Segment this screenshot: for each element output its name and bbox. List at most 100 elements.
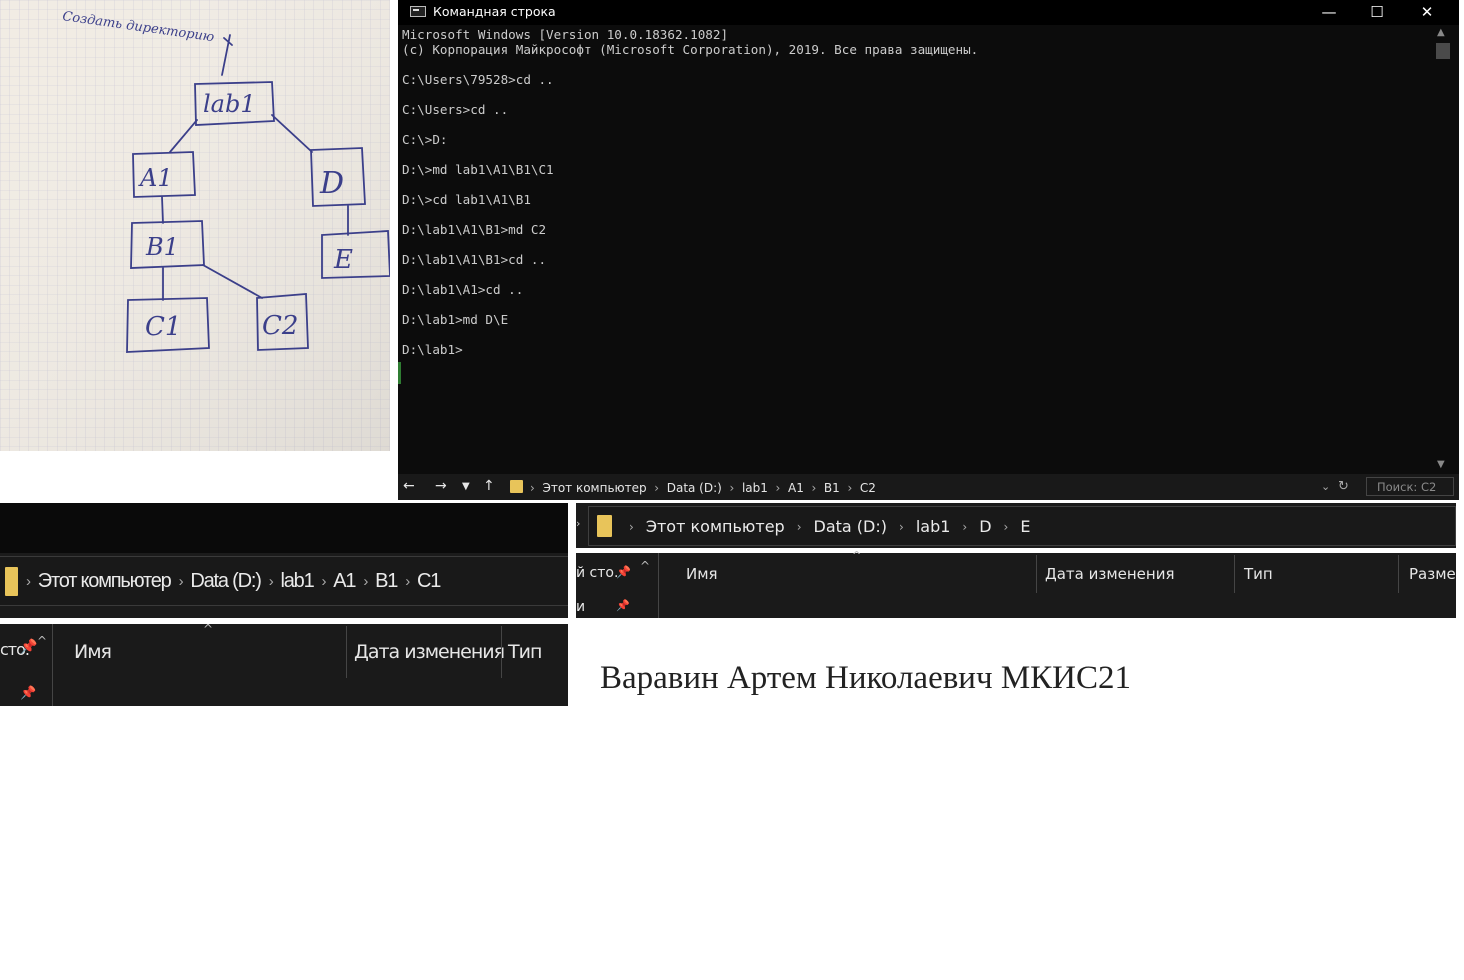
crumb-data-d[interactable]: Data (D:) [190,570,262,593]
chevron-right-icon: › [576,517,581,530]
pin-icon[interactable]: 📌 [20,639,37,655]
column-divider[interactable] [1234,555,1235,593]
column-size[interactable]: Разме [1409,565,1456,583]
scroll-up-icon[interactable]: ▲ [1437,27,1445,38]
cmd-edge-mark [398,362,401,384]
node-lab1: lab1 [203,90,256,118]
crumb-c2[interactable]: C2 [860,481,876,495]
cmd-output-line: C:\>D: [402,132,448,147]
column-divider[interactable] [501,626,502,678]
diagram-photo: Создать директорию lab1 A1 B1 C1 C2 D E [0,0,390,451]
collapse-up-icon[interactable]: ^ [37,634,47,648]
breadcrumb-chevron-icon: › [26,573,31,591]
cmd-output-line [402,87,1427,102]
column-divider[interactable] [1398,555,1399,593]
column-type[interactable]: Тип [1244,565,1273,583]
column-name[interactable]: Имя [74,641,112,663]
crumb-data-d[interactable]: Data (D:) [667,481,722,495]
sort-up-icon: ^ [203,622,213,636]
cmd-output-line: C:\Users\79528>cd .. [402,72,554,87]
scroll-down-icon[interactable]: ▼ [1437,459,1445,470]
cmd-scrollbar[interactable]: ▲ ▼ [1433,27,1451,472]
back-arrow-icon[interactable]: ← [403,478,415,494]
cmd-output-line [402,237,1427,252]
crumb-a1[interactable]: A1 [333,570,356,593]
column-divider[interactable] [346,626,347,678]
crumb-this-pc[interactable]: Этот компьютер [646,517,785,536]
explorer-c2-addressbar: ← → ▼ ↑ › Этот компьютер › Data (D:) › l… [398,474,1459,500]
breadcrumb: › Этот компьютер › Data (D:) › lab1 › A1… [530,480,876,495]
chevron-down-icon[interactable]: ▼ [462,481,470,492]
cmd-output-line [402,117,1427,132]
minimize-button[interactable]: — [1306,0,1352,25]
crumb-this-pc[interactable]: Этот компьютер [542,481,646,495]
crumb-lab1[interactable]: lab1 [742,481,768,495]
breadcrumb-chevron-icon: › [321,573,327,591]
cmd-output-line: D:\lab1>md D\E [402,312,509,327]
cmd-titlebar[interactable]: Командная строка — ☐ ✕ [398,0,1459,25]
crumb-lab1[interactable]: lab1 [280,570,314,593]
pin-icon[interactable]: 📌 [616,565,631,579]
breadcrumb-chevron-icon: › [629,519,634,534]
nav-pane-divider [658,553,659,618]
breadcrumb-chevron-icon: › [530,480,539,495]
crumb-this-pc[interactable]: Этот компьютер [38,570,172,593]
cmd-output-line: D:\lab1\A1\B1>cd .. [402,252,547,267]
pin-icon[interactable]: 📌 [20,686,36,701]
cmd-output-line [402,147,1427,162]
refresh-icon[interactable]: ↻ [1338,479,1349,494]
breadcrumb-chevron-icon: › [650,480,663,495]
search-input[interactable]: Поиск: C2 [1366,477,1454,496]
breadcrumb: › Этот компьютер › Data (D:) › lab1 › A1 › B1 › C1 [26,570,441,593]
column-type[interactable]: Тип [508,641,542,663]
explorer-c1-window: › Этот компьютер › Data (D:) › lab1 › A1 › B1 › C1 … [0,503,568,706]
sort-up-icon: ^ [852,549,862,562]
cmd-output-line: D:\>cd lab1\A1\B1 [402,192,531,207]
cmd-output-line: D:\lab1\A1>cd .. [402,282,524,297]
breadcrumb-chevron-icon: › [962,519,968,534]
crumb-d[interactable]: D [979,517,991,536]
explorer-c1-addressbar[interactable]: › Этот компьютер › Data (D:) › lab1 › A1 › B1 › C1 [0,556,568,606]
cmd-output-line: (c) Корпорация Майкрософт (Microsoft Cor… [402,42,979,57]
cmd-output-line: Microsoft Windows [Version 10.0.18362.10… [402,27,729,42]
crumb-c1[interactable]: C1 [417,570,441,593]
crumb-b1[interactable]: B1 [375,570,398,593]
explorer-e-addressbar[interactable]: › Этот компьютер › Data (D:) › lab1 › D › E [588,506,1456,546]
nav-pane-divider [52,624,53,706]
node-c2: C2 [262,311,298,341]
scroll-thumb[interactable] [1436,43,1450,59]
folder-icon [510,480,523,493]
cmd-window[interactable]: Командная строка — ☐ ✕ Microsoft Windows… [398,0,1459,498]
quick-access-label-2[interactable]: и [576,599,585,615]
breadcrumb-chevron-icon: › [796,519,802,534]
cmd-output-line: D:\>md lab1\A1\B1\C1 [402,162,554,177]
quick-access-label[interactable]: й сто. [576,565,618,581]
pin-icon[interactable]: 📌 [616,599,630,612]
cmd-output-line: C:\Users>cd .. [402,102,509,117]
folder-icon [5,567,18,596]
breadcrumb: › Этот компьютер › Data (D:) › lab1 › D › E [629,516,1030,536]
crumb-data-d[interactable]: Data (D:) [814,517,887,536]
crumb-a1[interactable]: A1 [788,481,804,495]
breadcrumb-chevron-icon: › [178,573,184,591]
cmd-output[interactable]: Microsoft Windows [Version 10.0.18362.10… [402,27,1427,467]
cmd-title: Командная строка [433,4,556,19]
cmd-output-line [402,207,1427,222]
close-button[interactable]: ✕ [1404,0,1450,25]
column-date-modified[interactable]: Дата изменения [1045,565,1175,583]
column-name[interactable]: Имя [686,565,718,583]
breadcrumb-chevron-icon: › [268,573,274,591]
crumb-lab1[interactable]: lab1 [916,517,951,536]
maximize-button[interactable]: ☐ [1354,0,1400,25]
column-date-modified[interactable]: Дата изменения [354,641,505,663]
column-divider[interactable] [1036,555,1037,593]
breadcrumb-chevron-icon: › [771,480,785,495]
breadcrumb-chevron-icon: › [843,480,857,495]
folder-icon [597,515,612,537]
address-dropdown-icon[interactable]: ⌄ [1321,480,1330,493]
crumb-b1[interactable]: B1 [824,481,840,495]
forward-arrow-icon[interactable]: → [435,478,447,494]
crumb-e[interactable]: E [1020,517,1030,536]
collapse-up-icon[interactable]: ^ [640,559,650,573]
up-arrow-icon[interactable]: ↑ [483,478,495,494]
